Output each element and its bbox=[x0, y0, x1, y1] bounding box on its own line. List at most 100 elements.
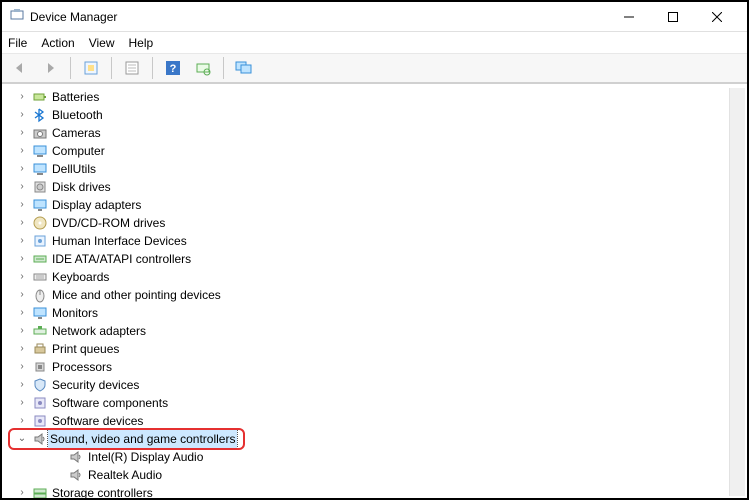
tree-expander[interactable]: › bbox=[16, 268, 28, 286]
tree-item[interactable]: › DVD/CD-ROM drives bbox=[16, 214, 747, 232]
menu-bar: File Action View Help bbox=[2, 32, 747, 54]
tree-expander[interactable]: › bbox=[16, 304, 28, 322]
cpu-icon bbox=[32, 359, 48, 375]
close-button[interactable] bbox=[695, 3, 739, 31]
tree-expander[interactable]: › bbox=[16, 376, 28, 394]
tree-item-label: Network adapters bbox=[52, 322, 146, 340]
help-button[interactable]: ? bbox=[161, 56, 185, 80]
minimize-button[interactable] bbox=[607, 3, 651, 31]
maximize-button[interactable] bbox=[651, 3, 695, 31]
software-icon bbox=[32, 395, 48, 411]
tree-item-label: Cameras bbox=[52, 124, 101, 142]
speaker-icon bbox=[32, 431, 48, 447]
tree-item-label: Security devices bbox=[52, 376, 139, 394]
tree-item-label: Print queues bbox=[52, 340, 119, 358]
tree-expander[interactable]: › bbox=[16, 160, 28, 178]
tree-item-label: Intel(R) Display Audio bbox=[88, 448, 203, 466]
tree-item-label: Batteries bbox=[52, 88, 99, 106]
tree-item[interactable]: ⌄Sound, video and game controllers bbox=[16, 430, 747, 448]
tree-expander[interactable]: › bbox=[16, 88, 28, 106]
tree-item[interactable]: › Software devices bbox=[16, 412, 747, 430]
tree-item[interactable]: ›DellUtils bbox=[16, 160, 747, 178]
tree-item-label: DVD/CD-ROM drives bbox=[52, 214, 165, 232]
device-tree[interactable]: › Batteries › Bluetooth › Cameras›Computer›De… bbox=[2, 84, 747, 498]
speaker-icon bbox=[68, 467, 84, 483]
tree-expander[interactable]: › bbox=[16, 106, 28, 124]
tree-item[interactable]: ›Software components bbox=[16, 394, 747, 412]
network-icon bbox=[32, 323, 48, 339]
window-title: Device Manager bbox=[30, 10, 607, 24]
ide-icon bbox=[32, 251, 48, 267]
tree-item[interactable]: › Human Interface Devices bbox=[16, 232, 747, 250]
printer-icon bbox=[32, 341, 48, 357]
menu-file[interactable]: File bbox=[8, 36, 27, 50]
tree-item-label: Monitors bbox=[52, 304, 98, 322]
tree-item[interactable]: › Storage controllers bbox=[16, 484, 747, 498]
tree-item[interactable]: › Batteries bbox=[16, 88, 747, 106]
software-icon bbox=[32, 413, 48, 429]
tree-expander[interactable]: › bbox=[16, 232, 28, 250]
tree-expander[interactable]: › bbox=[16, 286, 28, 304]
tree-expander[interactable]: › bbox=[16, 394, 28, 412]
keyboard-icon bbox=[32, 269, 48, 285]
tree-expander[interactable]: › bbox=[16, 484, 28, 498]
disk-icon bbox=[32, 179, 48, 195]
menu-action[interactable]: Action bbox=[41, 36, 74, 50]
app-icon bbox=[10, 8, 24, 25]
tree-expander[interactable]: › bbox=[16, 322, 28, 340]
tree-item[interactable]: › Disk drives bbox=[16, 178, 747, 196]
tree-item[interactable]: ›Mice and other pointing devices bbox=[16, 286, 747, 304]
storage-icon bbox=[32, 485, 48, 498]
tree-item-label: Bluetooth bbox=[52, 106, 103, 124]
scan-hardware-button[interactable] bbox=[191, 56, 215, 80]
toolbar-separator bbox=[111, 57, 112, 79]
tree-item-label: Software devices bbox=[52, 412, 143, 430]
computer-icon bbox=[32, 161, 48, 177]
security-icon bbox=[32, 377, 48, 393]
toolbar-separator bbox=[223, 57, 224, 79]
tree-item[interactable]: ›Processors bbox=[16, 358, 747, 376]
toolbar-separator bbox=[70, 57, 71, 79]
tree-item[interactable]: › Network adapters bbox=[16, 322, 747, 340]
tree-item[interactable]: ›IDE ATA/ATAPI controllers bbox=[16, 250, 747, 268]
svg-text:?: ? bbox=[170, 63, 177, 75]
tree-item[interactable]: › Monitors bbox=[16, 304, 747, 322]
tree-expander[interactable]: › bbox=[16, 340, 28, 358]
tree-item[interactable]: › Display adapters bbox=[16, 196, 747, 214]
tree-item[interactable]: Intel(R) Display Audio bbox=[16, 448, 747, 466]
menu-help[interactable]: Help bbox=[129, 36, 154, 50]
tree-item-label: Display adapters bbox=[52, 196, 141, 214]
display-icon bbox=[32, 197, 48, 213]
tree-item[interactable]: Realtek Audio bbox=[16, 466, 747, 484]
displays-button[interactable] bbox=[232, 56, 256, 80]
back-button[interactable] bbox=[8, 56, 32, 80]
hid-icon bbox=[32, 233, 48, 249]
tree-expander[interactable]: › bbox=[16, 178, 28, 196]
tree-item[interactable]: › Security devices bbox=[16, 376, 747, 394]
tree-expander[interactable]: › bbox=[16, 196, 28, 214]
tree-expander[interactable]: › bbox=[16, 358, 28, 376]
tree-item-label: Disk drives bbox=[52, 178, 111, 196]
toolbar-separator bbox=[152, 57, 153, 79]
forward-button[interactable] bbox=[38, 56, 62, 80]
toolbar: ? bbox=[2, 54, 747, 84]
tree-expander[interactable]: › bbox=[16, 142, 28, 160]
tree-expander[interactable]: ⌄ bbox=[16, 430, 28, 448]
tree-item[interactable]: › Print queues bbox=[16, 340, 747, 358]
properties-button[interactable] bbox=[120, 56, 144, 80]
tree-item-label: Storage controllers bbox=[52, 484, 153, 498]
tree-item[interactable]: › Cameras bbox=[16, 124, 747, 142]
tree-expander[interactable]: › bbox=[16, 214, 28, 232]
vertical-scrollbar[interactable] bbox=[729, 88, 745, 496]
tree-item[interactable]: ›Keyboards bbox=[16, 268, 747, 286]
tree-item[interactable]: ›Computer bbox=[16, 142, 747, 160]
menu-view[interactable]: View bbox=[89, 36, 115, 50]
tree-item-label: Human Interface Devices bbox=[52, 232, 187, 250]
tree-expander[interactable]: › bbox=[16, 124, 28, 142]
computer-icon bbox=[32, 143, 48, 159]
tree-expander[interactable]: › bbox=[16, 250, 28, 268]
tree-expander[interactable]: › bbox=[16, 412, 28, 430]
tree-item[interactable]: › Bluetooth bbox=[16, 106, 747, 124]
battery-icon bbox=[32, 89, 48, 105]
show-hidden-button[interactable] bbox=[79, 56, 103, 80]
